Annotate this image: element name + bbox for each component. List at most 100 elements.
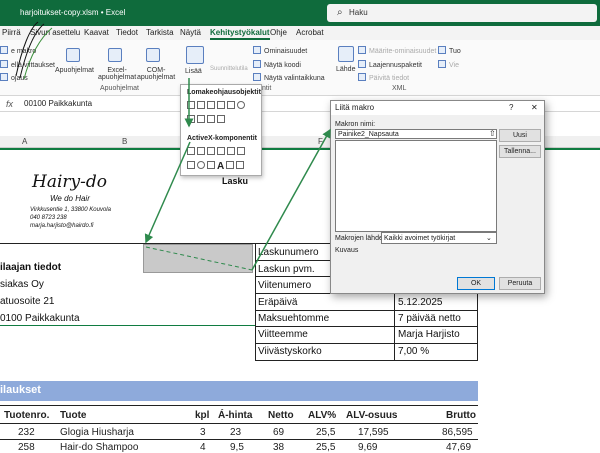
cell-product-number[interactable]: 232	[18, 427, 35, 438]
expansion-packs-button[interactable]: Laajennuspaketit	[358, 60, 422, 69]
refresh-data-button[interactable]: Päivitä tiedot	[358, 73, 409, 82]
macro-name-input[interactable]: Painike2_Napsauta	[335, 129, 497, 139]
macro-list[interactable]	[335, 140, 497, 232]
tab-developer[interactable]: Kehitystyökalut	[210, 28, 270, 40]
cell-vat-percent[interactable]: 25,5	[316, 442, 335, 453]
macros-in-select[interactable]: Kaikki avoimet työkirjat	[381, 232, 497, 244]
textfield-control-icon[interactable]	[217, 115, 225, 123]
record-macro-dialog-button[interactable]: Tallenna...	[499, 145, 541, 158]
field-value-our-reference[interactable]: Marja Harjisto	[398, 329, 460, 340]
properties-button[interactable]: Ominaisuudet	[253, 46, 307, 55]
field-value-payment-terms[interactable]: 7 päivää netto	[398, 313, 461, 324]
customer-address[interactable]: atuosoite 21	[0, 296, 55, 307]
export-icon	[438, 60, 446, 68]
ax-more-icon[interactable]	[236, 161, 245, 169]
search-box[interactable]: ⌕ Haku	[327, 4, 597, 22]
ax-label-icon[interactable]: A	[217, 161, 224, 172]
group-label-xml: XML	[392, 85, 407, 92]
ax-listbox-icon[interactable]	[217, 147, 225, 155]
cell-unit-price[interactable]: 23	[230, 427, 241, 438]
placeholder-button-shape[interactable]	[143, 244, 253, 273]
cell-net[interactable]: 38	[273, 442, 284, 453]
refresh-icon	[358, 73, 366, 81]
collapse-arrow-icon[interactable]: ⇧	[489, 129, 496, 138]
cell-net[interactable]: 69	[273, 427, 284, 438]
cell-gross[interactable]: 47,69	[446, 442, 471, 453]
field-label-penalty-interest: Viivästyskorko	[258, 346, 322, 357]
option-control-icon[interactable]	[237, 101, 245, 109]
com-addins-button[interactable]: COM- apuohjelmat	[137, 67, 175, 81]
cancel-button[interactable]: Peruuta	[499, 277, 541, 290]
run-dialog-button[interactable]: Näytä valintaikkuna	[253, 73, 325, 82]
label-control-icon[interactable]	[197, 115, 205, 123]
orders-heading-bar: ilaukset	[0, 381, 478, 401]
cell-unit-price[interactable]: 9,5	[230, 442, 244, 453]
tab-help[interactable]: Ohje	[270, 28, 287, 37]
grid-line	[255, 260, 330, 261]
view-code-button[interactable]: Näytä koodi	[253, 60, 301, 69]
field-value-penalty-interest[interactable]: 7,00 %	[398, 346, 429, 357]
checkbox-control-icon[interactable]	[207, 101, 215, 109]
field-label-our-reference: Viitteemme	[258, 329, 308, 340]
ax-scrollbar-icon[interactable]	[237, 147, 245, 155]
tab-acrobat[interactable]: Acrobat	[296, 28, 324, 37]
import-icon	[438, 46, 446, 54]
scrollbar-control-icon[interactable]	[207, 115, 215, 123]
ax-textbox-icon[interactable]	[227, 147, 235, 155]
tab-review[interactable]: Tarkista	[146, 28, 174, 37]
column-header-f[interactable]: F	[318, 137, 323, 146]
ax-spin-icon[interactable]	[207, 161, 215, 169]
groupbox-control-icon[interactable]	[187, 115, 195, 123]
field-label-payment-terms: Maksuehtomme	[258, 313, 330, 324]
ax-checkbox-icon[interactable]	[207, 147, 215, 155]
macro-name-label: Makron nimi:	[335, 121, 376, 128]
column-header-b[interactable]: B	[122, 137, 127, 146]
cell-product-number[interactable]: 258	[18, 442, 35, 453]
chevron-down-icon[interactable]: ⌄	[486, 234, 492, 242]
ok-button[interactable]: OK	[457, 277, 495, 290]
tab-view[interactable]: Näytä	[180, 28, 201, 37]
ax-combobox-icon[interactable]	[197, 147, 205, 155]
dialog-title: Liitä makro	[335, 103, 375, 112]
formula-input[interactable]: 00100 Paikkakunta	[24, 99, 92, 108]
cell-quantity[interactable]: 4	[200, 442, 206, 453]
col-unit-price: Á-hinta	[218, 410, 253, 421]
cell-vat-percent[interactable]: 25,5	[316, 427, 335, 438]
ax-image-icon[interactable]	[226, 161, 235, 169]
field-value-due-date[interactable]: 5.12.2025	[398, 297, 443, 308]
import-button[interactable]: Tuo	[438, 46, 461, 55]
design-mode-button[interactable]: Suunnittelutila	[210, 66, 248, 72]
group-label-controls: ntit	[262, 85, 272, 92]
help-icon[interactable]: ?	[509, 103, 513, 112]
map-icon	[358, 46, 366, 54]
activex-heading: ActiveX-komponentit	[187, 135, 258, 142]
new-macro-button[interactable]: Uusi	[499, 129, 541, 142]
ax-toggle-icon[interactable]	[187, 161, 195, 169]
combobox-control-icon[interactable]	[197, 101, 205, 109]
customer-name[interactable]: siakas Oy	[0, 279, 44, 290]
map-properties-button[interactable]: Määrite-ominaisuudet	[358, 46, 436, 55]
cell-quantity[interactable]: 3	[200, 427, 206, 438]
close-icon[interactable]: ✕	[531, 103, 538, 112]
export-button[interactable]: Vie	[438, 60, 459, 69]
cell-vat-amount[interactable]: 17,595	[358, 427, 389, 438]
column-header-a[interactable]: A	[22, 137, 27, 146]
button-control-icon[interactable]	[187, 101, 195, 109]
grid-line	[0, 405, 478, 406]
cell-gross[interactable]: 86,595	[442, 427, 473, 438]
col-quantity: kpl	[195, 410, 210, 421]
spinner-control-icon[interactable]	[217, 101, 225, 109]
insert-controls-button[interactable]: Lisää	[185, 68, 202, 75]
listbox-control-icon[interactable]	[227, 101, 235, 109]
logo-tagline: We do Hair	[50, 194, 90, 203]
xml-source-button[interactable]: Lähde	[336, 66, 355, 73]
cell-product[interactable]: Glogia Hiusharja	[60, 427, 134, 438]
cell-vat-amount[interactable]: 9,69	[358, 442, 377, 453]
function-icon[interactable]: fx	[6, 99, 13, 109]
form-controls-row-1	[187, 101, 247, 111]
dialog-titlebar: Liitä makro ? ✕	[331, 101, 544, 115]
ax-option-icon[interactable]	[197, 161, 205, 169]
cell-product[interactable]: Hair-do Shampoo	[60, 442, 138, 453]
customer-city[interactable]: 0100 Paikkakunta	[0, 313, 80, 324]
ax-button-icon[interactable]	[187, 147, 195, 155]
